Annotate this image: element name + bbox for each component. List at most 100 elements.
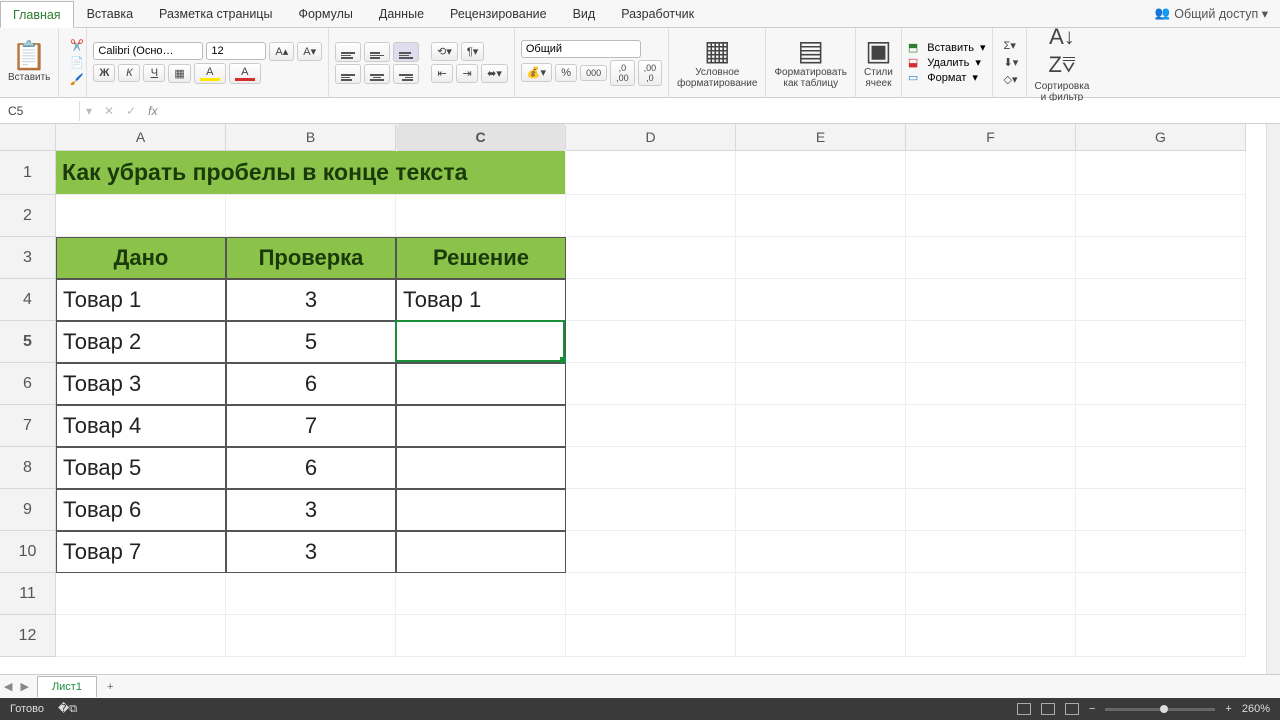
comma-button[interactable]: 000	[580, 65, 607, 81]
row-header-1[interactable]: 1	[0, 151, 56, 195]
cell-G5[interactable]	[1076, 321, 1246, 363]
fill-color-button[interactable]: А	[194, 63, 226, 84]
cell-A8[interactable]: Товар 5	[56, 447, 226, 489]
align-right-button[interactable]	[393, 64, 419, 84]
col-header-D[interactable]: D	[566, 124, 736, 151]
cell-styles-button[interactable]: ▣ Стили ячеек	[856, 28, 902, 97]
cell-E2[interactable]	[736, 195, 906, 237]
row-header-7[interactable]: 7	[0, 405, 56, 447]
cell-B8[interactable]: 6	[226, 447, 396, 489]
cell-D4[interactable]	[566, 279, 736, 321]
namebox-dropdown-icon[interactable]: ▾	[80, 104, 98, 118]
underline-button[interactable]: Ч	[143, 64, 165, 82]
menu-tab-1[interactable]: Вставка	[74, 0, 146, 27]
cell-E12[interactable]	[736, 615, 906, 657]
cell-C11[interactable]	[396, 573, 566, 615]
cell-C8[interactable]	[396, 447, 566, 489]
merge-button[interactable]: ⬌▾	[481, 64, 508, 83]
cell-E9[interactable]	[736, 489, 906, 531]
align-left-button[interactable]	[335, 64, 361, 84]
align-middle-button[interactable]	[364, 42, 390, 62]
autosum-button[interactable]: Σ▾	[999, 37, 1021, 54]
cell-F10[interactable]	[906, 531, 1076, 573]
fx-icon[interactable]: fx	[142, 104, 163, 118]
fill-button[interactable]: ⬇▾	[999, 54, 1021, 71]
cell-F3[interactable]	[906, 237, 1076, 279]
align-center-button[interactable]	[364, 64, 390, 84]
cell-A12[interactable]	[56, 615, 226, 657]
cell-B12[interactable]	[226, 615, 396, 657]
cell-F9[interactable]	[906, 489, 1076, 531]
conditional-format-button[interactable]: ▦ Условное форматирование	[669, 28, 766, 97]
border-button[interactable]: ▦	[168, 64, 190, 83]
cell-C3[interactable]: Решение	[396, 237, 566, 279]
font-size-select[interactable]: 12	[206, 42, 266, 60]
zoom-level[interactable]: 260%	[1242, 703, 1270, 715]
cell-A7[interactable]: Товар 4	[56, 405, 226, 447]
cell-C7[interactable]	[396, 405, 566, 447]
cell-A11[interactable]	[56, 573, 226, 615]
cell-E11[interactable]	[736, 573, 906, 615]
cell-F5[interactable]	[906, 321, 1076, 363]
cell-A2[interactable]	[56, 195, 226, 237]
cell-D3[interactable]	[566, 237, 736, 279]
zoom-in-button[interactable]: +	[1225, 703, 1231, 715]
number-format-select[interactable]: Общий	[521, 40, 641, 58]
cell-A9[interactable]: Товар 6	[56, 489, 226, 531]
cell-E8[interactable]	[736, 447, 906, 489]
sort-filter-button[interactable]: A↓Z⩢ Сортировка и фильтр	[1027, 28, 1098, 97]
col-header-A[interactable]: A	[56, 124, 226, 151]
row-header-10[interactable]: 10	[0, 531, 56, 573]
cell-E4[interactable]	[736, 279, 906, 321]
cell-A5[interactable]: Товар 2	[56, 321, 226, 363]
col-header-B[interactable]: B	[226, 124, 396, 151]
cell-E3[interactable]	[736, 237, 906, 279]
cell-A1[interactable]: Как убрать пробелы в конце текста	[56, 151, 566, 195]
menu-tab-3[interactable]: Формулы	[285, 0, 365, 27]
normal-view-button[interactable]	[1017, 703, 1031, 715]
cell-G10[interactable]	[1076, 531, 1246, 573]
cell-D2[interactable]	[566, 195, 736, 237]
cell-F1[interactable]	[906, 151, 1076, 195]
cell-E6[interactable]	[736, 363, 906, 405]
cell-A10[interactable]: Товар 7	[56, 531, 226, 573]
page-break-view-button[interactable]	[1065, 703, 1079, 715]
cell-B7[interactable]: 7	[226, 405, 396, 447]
cell-F6[interactable]	[906, 363, 1076, 405]
row-header-4[interactable]: 4	[0, 279, 56, 321]
cell-G1[interactable]	[1076, 151, 1246, 195]
delete-cells-button[interactable]: ⬓ Удалить ▾	[908, 56, 986, 69]
cell-D11[interactable]	[566, 573, 736, 615]
cell-F7[interactable]	[906, 405, 1076, 447]
bold-button[interactable]: Ж	[93, 64, 115, 82]
col-header-C[interactable]: C	[396, 124, 566, 151]
row-header-11[interactable]: 11	[0, 573, 56, 615]
cell-C10[interactable]	[396, 531, 566, 573]
currency-button[interactable]: 💰▾	[521, 63, 552, 82]
cell-D5[interactable]	[566, 321, 736, 363]
cell-G2[interactable]	[1076, 195, 1246, 237]
cell-C4[interactable]: Товар 1	[396, 279, 566, 321]
menu-tab-5[interactable]: Рецензирование	[437, 0, 560, 27]
zoom-out-button[interactable]: −	[1089, 703, 1095, 715]
cell-B9[interactable]: 3	[226, 489, 396, 531]
worksheet[interactable]: ABCDEFG1Как убрать пробелы в конце текст…	[0, 124, 1280, 674]
row-header-9[interactable]: 9	[0, 489, 56, 531]
cell-B10[interactable]: 3	[226, 531, 396, 573]
cell-A3[interactable]: Дано	[56, 237, 226, 279]
cell-B6[interactable]: 6	[226, 363, 396, 405]
menu-tab-6[interactable]: Вид	[560, 0, 609, 27]
cell-G11[interactable]	[1076, 573, 1246, 615]
menu-tab-4[interactable]: Данные	[366, 0, 437, 27]
sheet-tab[interactable]: Лист1	[37, 676, 97, 697]
cell-F11[interactable]	[906, 573, 1076, 615]
cell-G3[interactable]	[1076, 237, 1246, 279]
wrap-text-button[interactable]: ¶▾	[461, 42, 484, 61]
decrease-font-button[interactable]: A▾	[297, 42, 322, 61]
italic-button[interactable]: К	[118, 64, 140, 82]
cell-C5[interactable]	[396, 321, 566, 363]
format-painter-button[interactable]: 🖌️	[65, 71, 87, 88]
cell-C12[interactable]	[396, 615, 566, 657]
row-header-8[interactable]: 8	[0, 447, 56, 489]
share-button[interactable]: 👥 Общий доступ ▾	[1143, 0, 1280, 27]
